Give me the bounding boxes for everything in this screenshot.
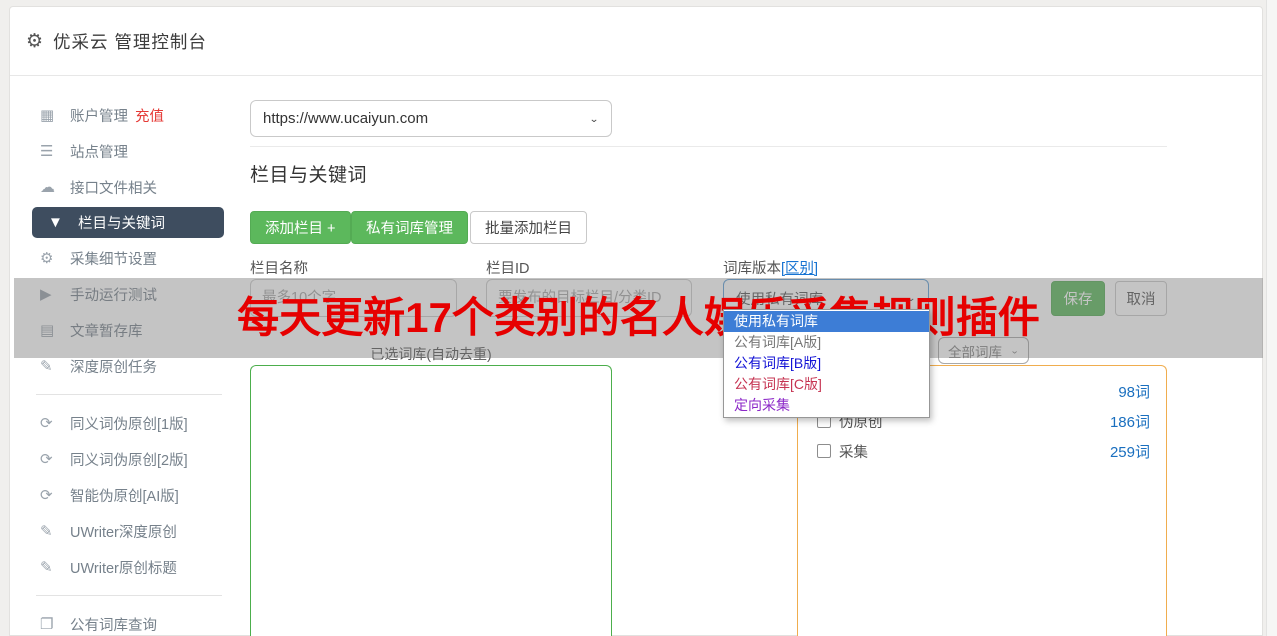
word-row-count: 98词 (1118, 381, 1150, 402)
sidebar-item-label: 深度原创任务 (70, 356, 157, 377)
site-select[interactable]: https://www.ucaiyun.com ⌄ (250, 100, 612, 137)
sidebar-item-label: 采集细节设置 (70, 248, 157, 269)
gear-icon: ⚙ (26, 30, 43, 53)
selected-words-panel (250, 365, 612, 636)
word-row-checkbox[interactable] (817, 444, 831, 458)
batch-add-button[interactable]: 批量添加栏目 (470, 211, 587, 244)
sidebar-item-bar-chart[interactable]: ▦账户管理充值 (10, 97, 238, 133)
sidebar-item-book[interactable]: ❐公有词库查询 (10, 606, 238, 636)
sidebar-item-refresh[interactable]: ⟳同义词伪原创[1版] (10, 405, 238, 441)
dropdown-option[interactable]: 公有词库[C版] (724, 374, 929, 395)
app-header: ⚙ 优采云 管理控制台 (10, 7, 1262, 76)
dropdown-option[interactable]: 使用私有词库 (724, 311, 929, 332)
sidebar-item-filter[interactable]: ▼栏目与关键词 (32, 207, 224, 238)
page-title: 栏目与关键词 (250, 160, 367, 187)
dropdown-option[interactable]: 公有词库[A版] (724, 332, 929, 353)
sidebar-item-edit[interactable]: ✎UWriter原创标题 (10, 549, 238, 585)
app-title: 优采云 管理控制台 (53, 29, 207, 54)
sidebar-divider (36, 394, 222, 395)
word-row-count: 186词 (1110, 411, 1150, 432)
book-icon: ❐ (40, 615, 70, 633)
column-name-label: 栏目名称 (250, 257, 308, 278)
dropdown-option[interactable]: 定向采集 (724, 395, 929, 416)
sidebar-item-label: 栏目与关键词 (78, 212, 165, 233)
recharge-badge[interactable]: 充值 (135, 105, 164, 126)
word-row-count: 259词 (1110, 441, 1150, 462)
scrollbar[interactable] (1266, 0, 1277, 636)
cloud-upload-icon: ☁ (40, 178, 70, 196)
word-row-label: 采集 (839, 441, 868, 462)
sidebar-item-label: UWriter原创标题 (70, 557, 177, 578)
sidebar-item-label: 同义词伪原创[1版] (70, 413, 188, 434)
sidebar-item-label: 账户管理 (70, 105, 128, 126)
add-column-button[interactable]: 添加栏目 + (250, 211, 351, 244)
refresh-icon: ⟳ (40, 486, 70, 504)
sidebar-item-refresh[interactable]: ⟳智能伪原创[AI版] (10, 477, 238, 513)
refresh-icon: ⟳ (40, 414, 70, 432)
sidebar-item-gears[interactable]: ⚙采集细节设置 (10, 240, 238, 276)
refresh-icon: ⟳ (40, 450, 70, 468)
gears-icon: ⚙ (40, 249, 70, 267)
private-lib-button[interactable]: 私有词库管理 (351, 211, 468, 244)
edit-icon: ✎ (40, 522, 70, 540)
edit-icon: ✎ (40, 558, 70, 576)
dropdown-option[interactable]: 公有词库[B版] (724, 353, 929, 374)
lib-version-dropdown: 使用私有词库公有词库[A版]公有词库[B版]公有词库[C版]定向采集 (723, 309, 930, 418)
sidebar-item-label: 站点管理 (70, 141, 128, 162)
section-divider (250, 146, 1167, 147)
bar-chart-icon: ▦ (40, 106, 70, 124)
sidebar-item-server[interactable]: ☰站点管理 (10, 133, 238, 169)
site-select-value: https://www.ucaiyun.com (263, 110, 428, 127)
sidebar-item-label: 公有词库查询 (70, 614, 157, 635)
server-icon: ☰ (40, 142, 70, 160)
sidebar-item-refresh[interactable]: ⟳同义词伪原创[2版] (10, 441, 238, 477)
sidebar-divider (36, 595, 222, 596)
lib-version-diff-link[interactable]: [区别] (781, 261, 818, 277)
edit-icon: ✎ (40, 357, 70, 375)
lib-version-label: 词库版本[区别] (723, 257, 818, 278)
filter-icon: ▼ (48, 214, 78, 231)
promo-overlay: 每天更新17个类别的名人娱乐采集规则插件 (14, 278, 1263, 358)
sidebar-item-cloud-upload[interactable]: ☁接口文件相关 (10, 169, 238, 205)
sidebar-item-label: 同义词伪原创[2版] (70, 449, 188, 470)
sidebar-item-edit[interactable]: ✎UWriter深度原创 (10, 513, 238, 549)
app-root: ⚙ 优采云 管理控制台 ▦账户管理充值☰站点管理☁接口文件相关▼栏目与关键词⚙采… (0, 0, 1277, 636)
sidebar-item-label: 接口文件相关 (70, 177, 157, 198)
sidebar-item-label: UWriter深度原创 (70, 521, 177, 542)
sidebar-item-label: 智能伪原创[AI版] (70, 485, 179, 506)
word-row: 采集 259词 (817, 441, 1150, 461)
chevron-down-icon: ⌄ (589, 113, 599, 124)
column-id-label: 栏目ID (486, 257, 530, 278)
